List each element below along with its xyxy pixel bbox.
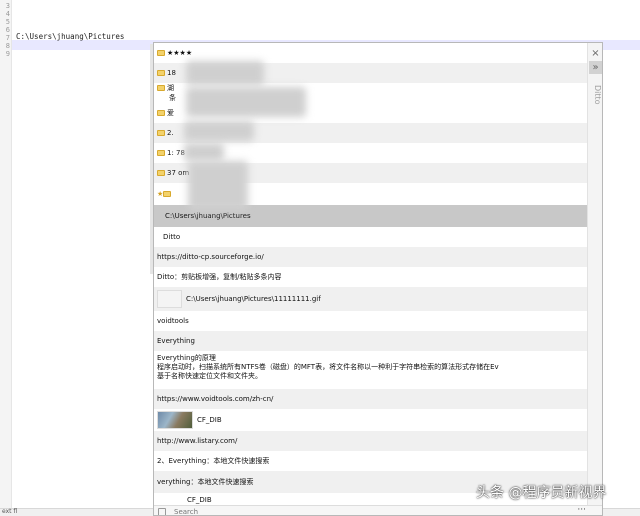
clip-text: voidtools (157, 317, 189, 325)
clip-item[interactable]: Ditto (154, 227, 589, 247)
clip-item[interactable]: Everything (154, 331, 589, 351)
close-icon[interactable]: × (589, 47, 602, 60)
line-number-gutter: 3 4 5 6 7 8 9 (0, 0, 12, 516)
ditto-title: Ditto (593, 85, 602, 105)
folder-icon (157, 130, 165, 136)
clip-text: 37 om (167, 169, 190, 177)
clip-text: Everything的原理 (157, 354, 216, 362)
clip-item[interactable]: C:\Users\jhuang\Pictures\11111111.gif (154, 287, 589, 311)
clip-item[interactable]: Everything的原理 程序启动时，扫描系统所有NTFS卷（磁盘）的MFT表… (154, 351, 589, 389)
image-thumbnail (157, 411, 193, 429)
clip-text: verything：本地文件快速搜索 (157, 478, 254, 486)
folder-icon (157, 70, 165, 76)
clip-text: http://www.listary.com/ (157, 437, 238, 445)
clip-text: Ditto (163, 233, 181, 241)
clip-text: 1: 78 (167, 149, 185, 157)
redaction-blur (184, 143, 224, 161)
redaction-blur (188, 161, 248, 211)
clip-item[interactable]: voidtools (154, 311, 589, 331)
clip-item[interactable]: Ditto：剪贴板增强，复制/粘贴多条内容 (154, 267, 589, 287)
line-number: 7 (5, 34, 10, 42)
clip-item[interactable]: http://www.listary.com/ (154, 431, 589, 451)
clip-text: 程序启动时，扫描系统所有NTFS卷（磁盘）的MFT表，将文件名称以一种利于字符串… (157, 363, 499, 371)
clip-text: ★★★★ (167, 49, 193, 57)
line-number: 9 (5, 50, 10, 58)
clip-list[interactable]: ★★★★ 18 湖 条 爱 2. 1: 78 37 om ★ C:\Users\… (154, 43, 589, 505)
clip-text: 条 (169, 94, 176, 102)
line-number: 4 (5, 10, 10, 18)
clip-item[interactable]: CF_DIB (154, 409, 589, 431)
folder-icon (157, 170, 165, 176)
more-options-icon[interactable]: ··· (577, 505, 586, 515)
redaction-blur (186, 87, 306, 117)
search-icon (158, 508, 166, 515)
folder-icon (157, 150, 165, 156)
watermark: 头条 @程序员新视界 (476, 485, 607, 501)
ditto-side-panel: × » Ditto (587, 43, 602, 515)
clip-text: 18 (167, 69, 176, 77)
line-number: 5 (5, 18, 10, 26)
folder-icon (163, 191, 172, 197)
clip-text: CF_DIB (187, 496, 212, 504)
clip-text: https://ditto-cp.sourceforge.io/ (157, 253, 264, 261)
ditto-window[interactable]: ★★★★ 18 湖 条 爱 2. 1: 78 37 om ★ C:\Users\… (153, 42, 603, 516)
expand-icon[interactable]: » (589, 61, 602, 74)
image-thumbnail (157, 290, 182, 308)
clip-text: 2、Everything：本地文件快速搜索 (157, 457, 270, 465)
status-text: ext fl (2, 508, 18, 515)
folder-icon (157, 85, 165, 91)
folder-icon (157, 50, 165, 56)
clip-text: 湖 (167, 84, 174, 92)
clip-text: 基于名称快速定位文件和文件夹。 (157, 372, 262, 380)
clip-text: Everything (157, 337, 195, 345)
clip-text: Ditto：剪贴板增强，复制/粘贴多条内容 (157, 273, 282, 281)
redaction-blur (186, 61, 264, 85)
line-number: 6 (5, 26, 10, 34)
clip-text: C:\Users\jhuang\Pictures (165, 212, 251, 220)
line-number: 3 (5, 2, 10, 10)
clip-item[interactable]: 2、Everything：本地文件快速搜索 (154, 451, 589, 471)
redaction-blur (184, 121, 254, 141)
search-bar: ··· (154, 505, 602, 515)
clip-item[interactable]: https://ditto-cp.sourceforge.io/ (154, 247, 589, 267)
search-input[interactable] (174, 507, 554, 515)
clip-text: C:\Users\jhuang\Pictures\11111111.gif (186, 295, 321, 303)
folder-icon (157, 110, 165, 116)
editor-text-line[interactable]: C:\Users\jhuang\Pictures (16, 32, 124, 41)
clip-text: 爱 (167, 109, 174, 117)
clip-item[interactable]: https://www.voidtools.com/zh-cn/ (154, 389, 589, 409)
clip-text: 2. (167, 129, 174, 137)
clip-text: https://www.voidtools.com/zh-cn/ (157, 395, 274, 403)
clip-item[interactable]: ★★★★ (154, 43, 589, 63)
line-number: 8 (5, 42, 10, 50)
clip-text: CF_DIB (197, 416, 222, 424)
